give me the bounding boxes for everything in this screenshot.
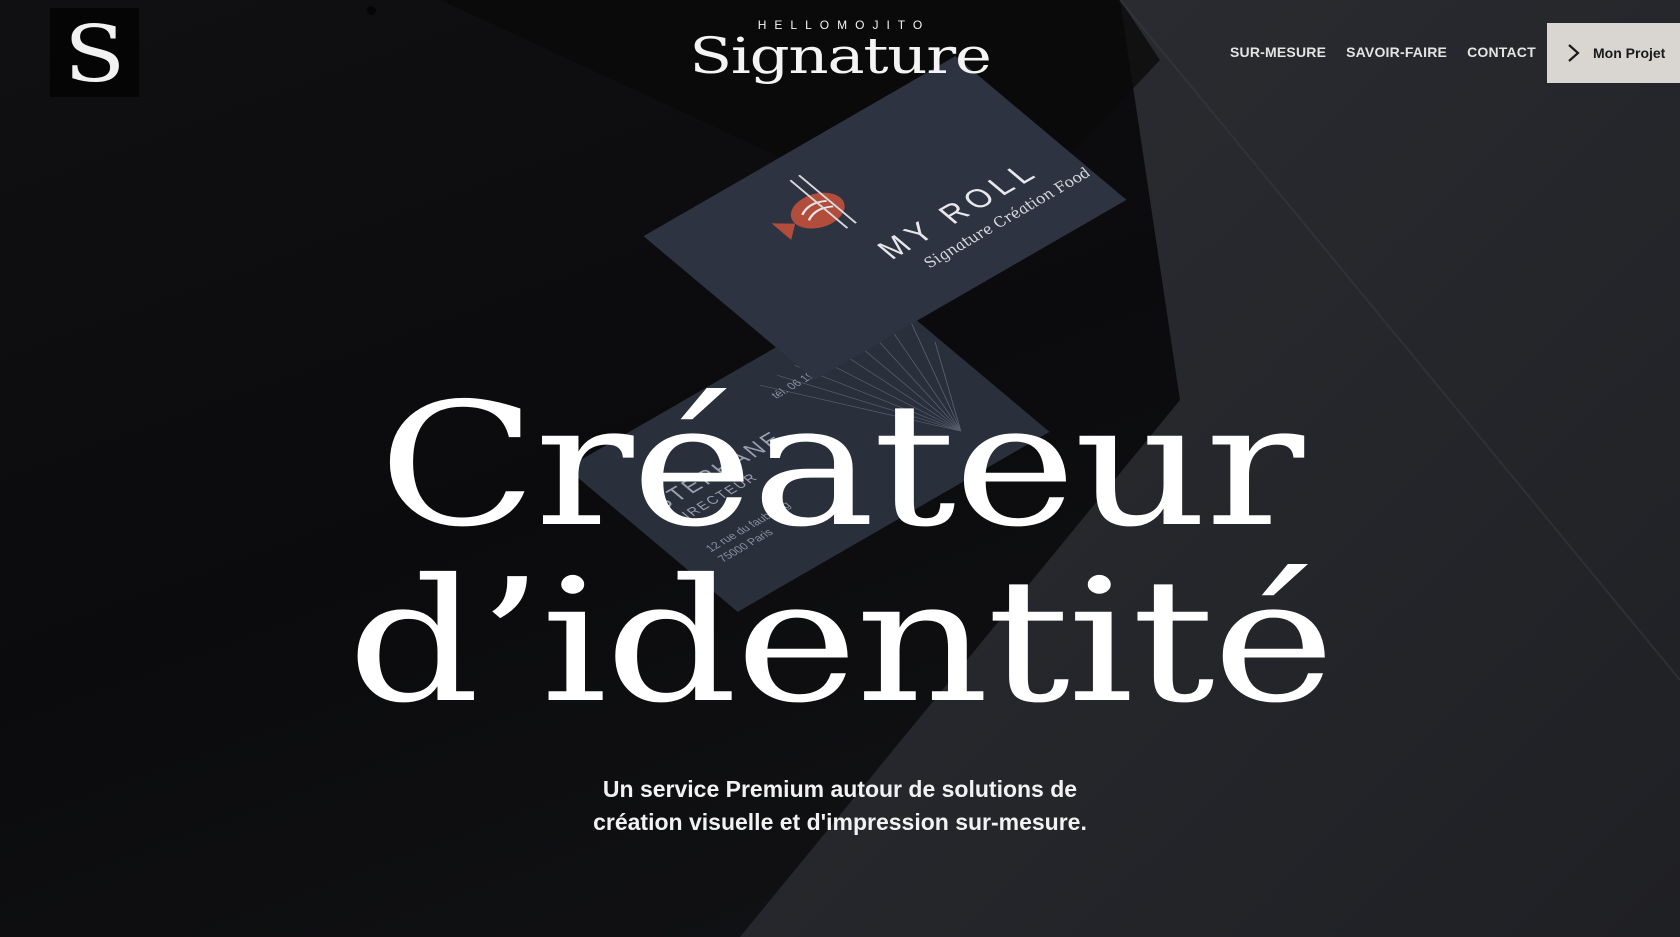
subtitle-line-1: Un service Premium autour de solutions d… (602, 776, 1078, 802)
mon-projet-label: Mon Projet (1593, 45, 1666, 61)
brand-name: Signature (689, 27, 992, 85)
site-logo[interactable]: S (50, 8, 139, 97)
headline-line-1: Créateur (378, 367, 1304, 565)
hero-subtitle: Un service Premium autour de solutions d… (490, 773, 1190, 839)
hero-headline: Créateur d’identité (0, 378, 1680, 730)
page: STÉPHANE DIRECTEUR 12 rue du faubourg 75… (0, 0, 1680, 937)
nav-item-savoir-faire[interactable]: SAVOIR-FAIRE (1346, 44, 1447, 60)
chevron-right-icon (1568, 44, 1580, 62)
nav-item-sur-mesure[interactable]: SUR-MESURE (1230, 44, 1326, 60)
mon-projet-button[interactable]: Mon Projet (1547, 23, 1680, 83)
brand-wordmark[interactable]: HELLOMOJITO Signature (640, 18, 1040, 81)
main-nav: SUR-MESURE SAVOIR-FAIRE CONTACT (1230, 44, 1536, 60)
headline-line-2: d’identité (347, 543, 1335, 741)
subtitle-line-2: création visuelle et d'impression sur-me… (593, 809, 1087, 835)
nav-item-contact[interactable]: CONTACT (1467, 44, 1536, 60)
logo-letter: S (63, 9, 126, 100)
decorative-dot (367, 6, 376, 15)
